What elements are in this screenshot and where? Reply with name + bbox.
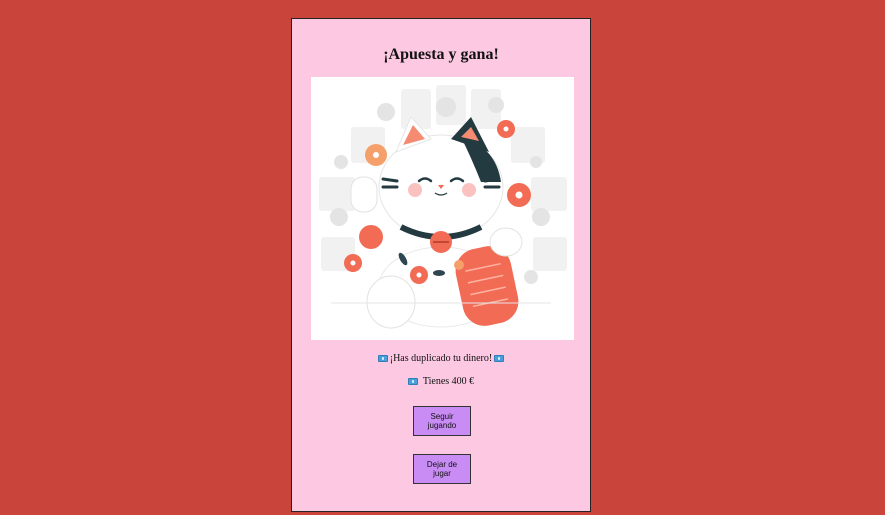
lucky-cat-image xyxy=(311,77,574,340)
continue-playing-button[interactable]: Seguir jugando xyxy=(413,406,471,436)
page-title: ¡Apuesta y gana! xyxy=(383,46,499,63)
money-icon xyxy=(407,378,418,385)
balance-display: Tienes 400 € xyxy=(292,376,590,387)
money-icon xyxy=(377,355,388,362)
money-icon xyxy=(494,355,505,362)
lucky-cat-illustration-icon xyxy=(319,85,567,329)
result-message: ¡Has duplicado tu dinero! xyxy=(292,353,590,364)
game-card: ¡Apuesta y gana! ¡Has duplicado tu diner… xyxy=(291,18,591,512)
result-message-text: ¡Has duplicado tu dinero! xyxy=(389,353,493,364)
quit-playing-button[interactable]: Dejar de jugar xyxy=(413,454,471,484)
page-background: { "card": { "title": "¡Apuesta y gana!",… xyxy=(0,0,885,515)
balance-text: Tienes 400 € xyxy=(422,376,475,387)
